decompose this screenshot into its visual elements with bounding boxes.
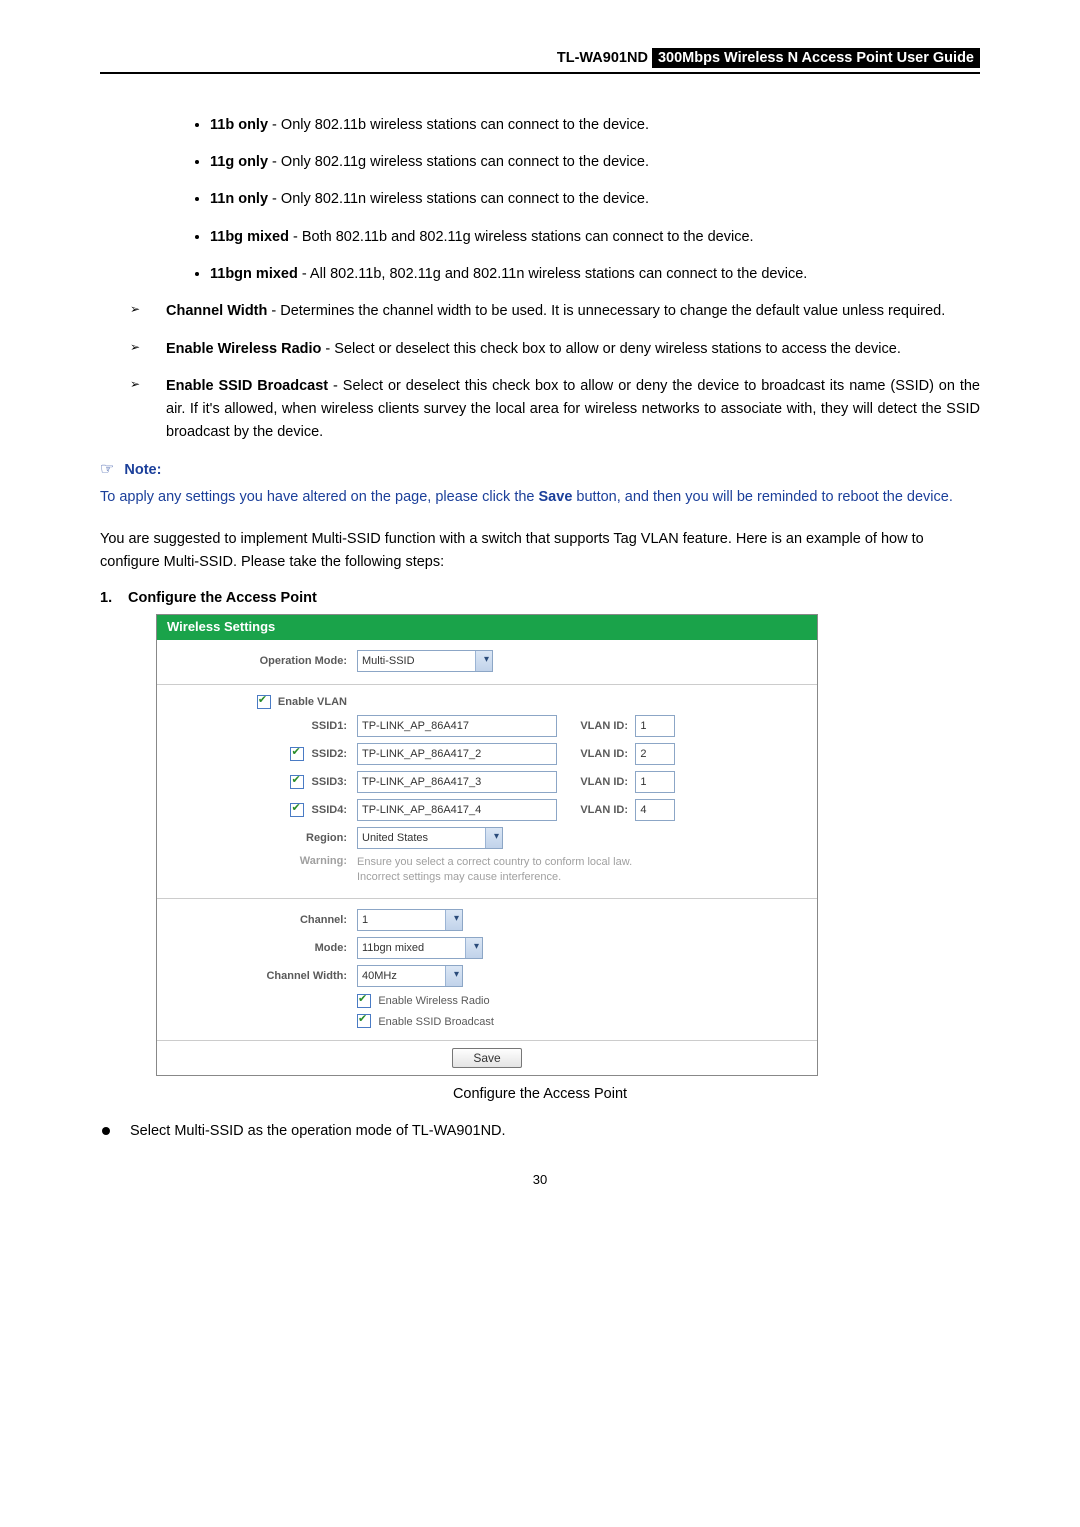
vlan4-input[interactable]: 4 — [635, 799, 675, 821]
channel-row: Channel: 1 — [171, 909, 803, 931]
mode-select[interactable]: 11bgn mixed — [357, 937, 483, 959]
ssid3-checkbox[interactable] — [290, 775, 304, 789]
enable-broadcast-label: Enable SSID Broadcast — [378, 1016, 494, 1028]
ssid3-label: SSID3: — [312, 776, 347, 788]
vlan1-input[interactable]: 1 — [635, 715, 675, 737]
paragraph: You are suggested to implement Multi-SSI… — [100, 528, 980, 574]
region-row: Region: United States — [171, 827, 803, 849]
ssid4-checkbox[interactable] — [290, 803, 304, 817]
list-item: 11bg mixed - Both 802.11b and 802.11g wi… — [210, 226, 980, 249]
ssid2-row: SSID2: TP-LINK_AP_86A417_2 VLAN ID: 2 — [171, 743, 803, 765]
substeps-list: Select Multi-SSID as the operation mode … — [100, 1120, 980, 1143]
ssid2-input[interactable]: TP-LINK_AP_86A417_2 — [357, 743, 557, 765]
ssid1-row: SSID1: TP-LINK_AP_86A417 VLAN ID: 1 — [171, 715, 803, 737]
note-heading: ☞ Note: — [100, 459, 980, 479]
list-item: Enable Wireless Radio - Select or desele… — [130, 338, 980, 361]
ssid4-input[interactable]: TP-LINK_AP_86A417_4 — [357, 799, 557, 821]
mode-label: Mode: — [171, 942, 357, 954]
hand-icon: ☞ — [100, 461, 114, 478]
warning-row: Warning: Ensure you select a correct cou… — [171, 855, 803, 886]
list-item: 11bgn mixed - All 802.11b, 802.11g and 8… — [210, 263, 980, 286]
ssid2-label: SSID2: — [312, 748, 347, 760]
enable-broadcast-row: Enable SSID Broadcast — [171, 1014, 803, 1029]
ssid1-input[interactable]: TP-LINK_AP_86A417 — [357, 715, 557, 737]
list-item: Channel Width - Determines the channel w… — [130, 300, 980, 323]
operation-mode-row: Operation Mode: Multi-SSID — [171, 650, 803, 672]
list-item: 11g only - Only 802.11g wireless station… — [210, 151, 980, 174]
enable-radio-checkbox[interactable] — [357, 994, 371, 1008]
list-item: 11n only - Only 802.11n wireless station… — [210, 188, 980, 211]
warning-label: Warning: — [171, 855, 357, 867]
enable-broadcast-checkbox[interactable] — [357, 1014, 371, 1028]
ssid3-row: SSID3: TP-LINK_AP_86A417_3 VLAN ID: 1 — [171, 771, 803, 793]
channel-width-select[interactable]: 40MHz — [357, 965, 463, 987]
region-select[interactable]: United States — [357, 827, 503, 849]
ssid1-label: SSID1: — [312, 720, 347, 732]
vlan2-label: VLAN ID: — [580, 748, 628, 760]
operation-mode-label: Operation Mode: — [171, 655, 357, 667]
list-item: 11b only - Only 802.11b wireless station… — [210, 114, 980, 137]
channel-width-row: Channel Width: 40MHz — [171, 965, 803, 987]
step-heading: 1.Configure the Access Point — [100, 590, 980, 606]
page-number: 30 — [100, 1172, 980, 1187]
enable-vlan-label: Enable VLAN — [278, 696, 347, 708]
page-header: TL-WA901ND 300Mbps Wireless N Access Poi… — [100, 48, 980, 68]
channel-width-label: Channel Width: — [171, 970, 357, 982]
vlan1-label: VLAN ID: — [580, 720, 628, 732]
note-body: To apply any settings you have altered o… — [100, 485, 980, 510]
operation-mode-select[interactable]: Multi-SSID — [357, 650, 493, 672]
mode-row: Mode: 11bgn mixed — [171, 937, 803, 959]
list-item: Select Multi-SSID as the operation mode … — [100, 1120, 980, 1143]
enable-vlan-row: Enable VLAN — [171, 695, 803, 709]
wireless-settings-panel: Wireless Settings Operation Mode: Multi-… — [156, 614, 818, 1076]
vlan2-input[interactable]: 2 — [635, 743, 675, 765]
vlan4-label: VLAN ID: — [580, 804, 628, 816]
panel-title: Wireless Settings — [157, 615, 817, 638]
region-label: Region: — [171, 832, 357, 844]
channel-label: Channel: — [171, 914, 357, 926]
ssid4-label: SSID4: — [312, 804, 347, 816]
ssid3-input[interactable]: TP-LINK_AP_86A417_3 — [357, 771, 557, 793]
model-code: TL-WA901ND — [557, 50, 648, 66]
list-item: Enable SSID Broadcast - Select or desele… — [130, 375, 980, 445]
enable-vlan-checkbox[interactable] — [257, 695, 271, 709]
mode-list: 11b only - Only 802.11b wireless station… — [170, 114, 980, 286]
vlan3-label: VLAN ID: — [580, 776, 628, 788]
warning-text: Ensure you select a correct country to c… — [357, 855, 803, 886]
header-rule — [100, 72, 980, 74]
enable-radio-label: Enable Wireless Radio — [378, 995, 489, 1007]
save-button[interactable]: Save — [452, 1048, 521, 1068]
channel-select[interactable]: 1 — [357, 909, 463, 931]
enable-radio-row: Enable Wireless Radio — [171, 993, 803, 1008]
figure-caption: Configure the Access Point — [100, 1086, 980, 1102]
ssid2-checkbox[interactable] — [290, 747, 304, 761]
feature-list: Channel Width - Determines the channel w… — [130, 300, 980, 444]
doc-title: 300Mbps Wireless N Access Point User Gui… — [652, 48, 980, 68]
vlan3-input[interactable]: 1 — [635, 771, 675, 793]
ssid4-row: SSID4: TP-LINK_AP_86A417_4 VLAN ID: 4 — [171, 799, 803, 821]
